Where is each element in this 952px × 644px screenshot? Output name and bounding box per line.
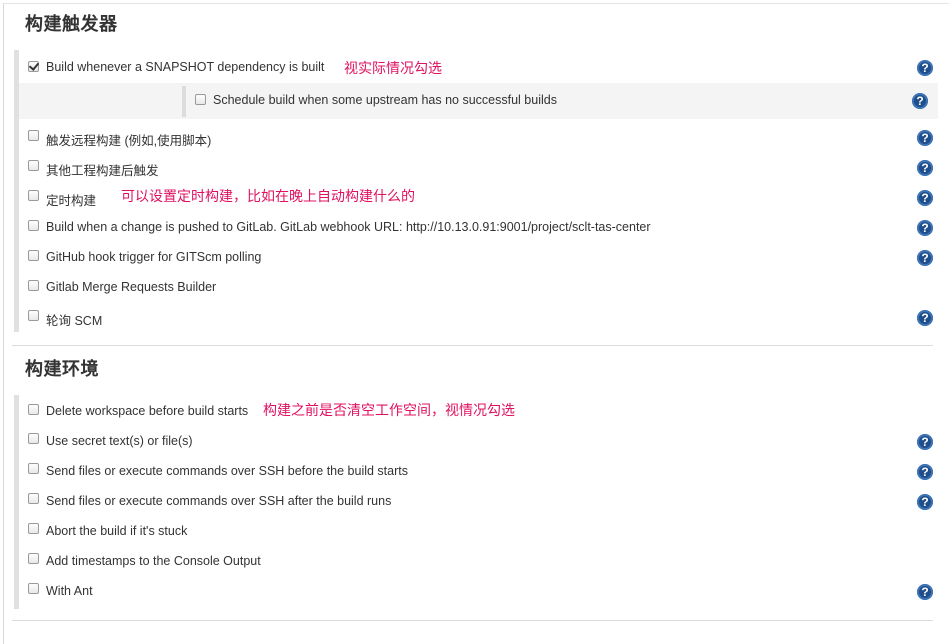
remote-trigger-label[interactable]: 触发远程构建 (例如,使用脚本) [46, 130, 211, 149]
help-icon[interactable]: ? [917, 494, 933, 510]
snapshot-checkbox[interactable] [28, 61, 39, 72]
section-divider [12, 345, 933, 346]
help-icon[interactable]: ? [917, 190, 933, 206]
after-other-checkbox[interactable] [28, 160, 39, 171]
poll-scm-checkbox[interactable] [28, 310, 39, 321]
trigger-row-timer: 定时构建 可以设置定时构建，比如在晚上自动构建什么的 ? [19, 182, 943, 212]
help-icon[interactable]: ? [917, 60, 933, 76]
env-row-delete-workspace: Delete workspace before build starts 构建之… [19, 395, 943, 425]
remote-trigger-checkbox[interactable] [28, 130, 39, 141]
secret-label[interactable]: Use secret text(s) or file(s) [46, 434, 193, 448]
ssh-after-label[interactable]: Send files or execute commands over SSH … [46, 494, 391, 508]
trigger-row-snapshot: Build whenever a SNAPSHOT dependency is … [19, 52, 943, 82]
section-title-triggers: 构建触发器 [25, 14, 118, 35]
abort-stuck-checkbox[interactable] [28, 523, 39, 534]
timer-checkbox[interactable] [28, 190, 39, 201]
gitlab-mr-label[interactable]: Gitlab Merge Requests Builder [46, 280, 216, 294]
secret-checkbox[interactable] [28, 433, 39, 444]
timer-note: 可以设置定时构建，比如在晚上自动构建什么的 [121, 189, 415, 205]
gitlab-push-label[interactable]: Build when a change is pushed to GitLab.… [46, 220, 651, 234]
trigger-row-after-other: 其他工程构建后触发 ? [19, 152, 943, 182]
help-icon[interactable]: ? [917, 464, 933, 480]
upstream-label[interactable]: Schedule build when some upstream has no… [213, 93, 557, 107]
ssh-before-label[interactable]: Send files or execute commands over SSH … [46, 464, 408, 478]
abort-stuck-label[interactable]: Abort the build if it's stuck [46, 524, 187, 538]
env-row-ssh-after: Send files or execute commands over SSH … [19, 485, 943, 515]
triggers-group: Build whenever a SNAPSHOT dependency is … [14, 50, 943, 332]
env-row-timestamps: Add timestamps to the Console Output [19, 545, 943, 575]
github-hook-label[interactable]: GitHub hook trigger for GITScm polling [46, 250, 261, 264]
env-row-secret: Use secret text(s) or file(s) ? [19, 425, 943, 455]
poll-scm-label[interactable]: 轮询 SCM [46, 310, 102, 329]
with-ant-label[interactable]: With Ant [46, 584, 93, 598]
help-icon[interactable]: ? [917, 310, 933, 326]
trigger-row-github-hook: GitHub hook trigger for GITScm polling ? [19, 242, 943, 272]
env-row-abort-stuck: Abort the build if it's stuck [19, 515, 943, 545]
env-row-ssh-before: Send files or execute commands over SSH … [19, 455, 943, 485]
help-icon[interactable]: ? [917, 434, 933, 450]
with-ant-checkbox[interactable] [28, 583, 39, 594]
section-title-environment: 构建环境 [25, 359, 99, 380]
after-other-label[interactable]: 其他工程构建后触发 [46, 160, 159, 179]
gitlab-push-checkbox[interactable] [28, 220, 39, 231]
environment-group: Delete workspace before build starts 构建之… [14, 395, 943, 609]
suboption-indent-bar [182, 86, 186, 117]
env-row-with-ant: With Ant ? [19, 575, 943, 605]
timestamps-checkbox[interactable] [28, 553, 39, 564]
upstream-checkbox[interactable] [195, 94, 206, 105]
help-icon[interactable]: ? [917, 250, 933, 266]
delete-workspace-note: 构建之前是否清空工作空间，视情况勾选 [263, 403, 515, 419]
delete-workspace-label[interactable]: Delete workspace before build starts [46, 404, 248, 418]
timestamps-label[interactable]: Add timestamps to the Console Output [46, 554, 261, 568]
ssh-after-checkbox[interactable] [28, 493, 39, 504]
github-hook-checkbox[interactable] [28, 250, 39, 261]
trigger-row-gitlab-mr: Gitlab Merge Requests Builder [19, 272, 943, 302]
help-icon[interactable]: ? [917, 130, 933, 146]
help-icon[interactable]: ? [917, 160, 933, 176]
gitlab-mr-checkbox[interactable] [28, 280, 39, 291]
ssh-before-checkbox[interactable] [28, 463, 39, 474]
trigger-row-gitlab-push: Build when a change is pushed to GitLab.… [19, 212, 943, 242]
timer-label[interactable]: 定时构建 [46, 190, 96, 209]
help-icon[interactable]: ? [912, 93, 928, 109]
snapshot-label[interactable]: Build whenever a SNAPSHOT dependency is … [46, 60, 324, 74]
snapshot-note: 视实际情况勾选 [344, 61, 442, 77]
snapshot-suboption-box: Schedule build when some upstream has no… [19, 83, 938, 119]
section-divider-bottom [12, 620, 933, 621]
help-icon[interactable]: ? [917, 584, 933, 600]
help-icon[interactable]: ? [917, 220, 933, 236]
trigger-row-poll-scm: 轮询 SCM ? [19, 302, 943, 332]
trigger-row-remote: 触发远程构建 (例如,使用脚本) ? [19, 122, 943, 152]
delete-workspace-checkbox[interactable] [28, 404, 39, 415]
